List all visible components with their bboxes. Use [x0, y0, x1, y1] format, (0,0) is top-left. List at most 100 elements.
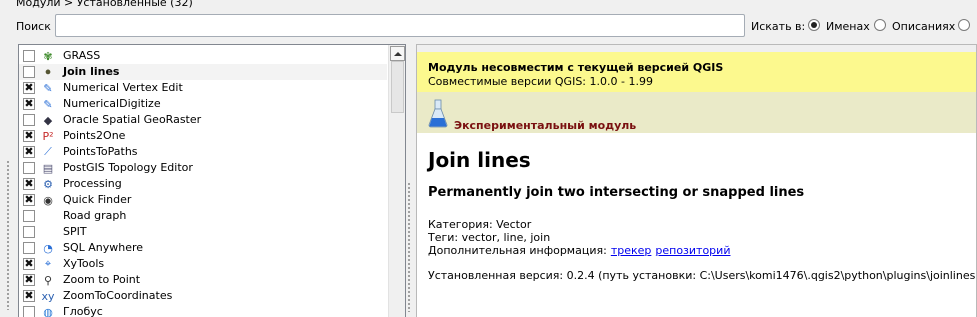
plugin-checkbox[interactable]: ✖: [23, 82, 35, 94]
plugin-row[interactable]: SPIT: [19, 224, 387, 240]
plugin-row[interactable]: ✖ ⚲ Zoom to Point: [19, 272, 387, 288]
plugin-checkbox[interactable]: [23, 50, 35, 62]
plugin-row[interactable]: ✖ ⟋ PointsToPaths: [19, 144, 387, 160]
road-icon: [41, 209, 55, 223]
scroll-up-button[interactable]: [390, 46, 405, 61]
plugin-name: Oracle Spatial GeoRaster: [63, 113, 202, 126]
left-splitter[interactable]: [6, 160, 10, 310]
plugin-row[interactable]: ✖ ⚙ Processing: [19, 176, 387, 192]
plugin-row[interactable]: ⦁ Join lines: [19, 64, 387, 80]
plugin-checkbox[interactable]: ✖: [23, 194, 35, 206]
radio-names-label[interactable]: Именах: [826, 20, 870, 33]
radio-more[interactable]: [958, 19, 970, 31]
warning-subtitle: Совместимые версии QGIS: 1.0.0 - 1.99: [428, 75, 653, 88]
search-label: Поиск: [16, 20, 51, 33]
points2one-icon: P²: [42, 129, 54, 143]
plugin-checkbox[interactable]: [23, 226, 35, 238]
plugin-name: Numerical Vertex Edit: [63, 81, 183, 94]
radio-descriptions-label[interactable]: Описаниях: [892, 20, 955, 33]
points-to-paths-icon: ⟋: [44, 145, 52, 158]
gear-icon: ⚙: [43, 177, 53, 191]
plugin-name: SPIT: [63, 225, 87, 238]
tracker-link[interactable]: трекер: [611, 244, 652, 257]
plugin-checkbox[interactable]: ✖: [23, 290, 35, 302]
plugin-list[interactable]: ✾ GRASS ⦁ Join lines ✖ ✎ Numerical Vertex Edit…: [18, 44, 406, 317]
more-info-label: Дополнительная информация:: [428, 244, 607, 257]
plugin-row[interactable]: Road graph: [19, 208, 387, 224]
experimental-label: Экспериментальный модуль: [454, 119, 637, 132]
plugin-checkbox[interactable]: [23, 162, 35, 174]
installed-version: Установленная версия: 0.2.4 (путь устано…: [428, 269, 977, 282]
plugin-details: Модуль несовместим с текущей версией QGI…: [416, 44, 977, 317]
plugin-category: Категория: Vector: [428, 218, 532, 231]
plugin-more-info: Дополнительная информация: трекер репозито…: [428, 244, 730, 257]
plugin-checkbox[interactable]: [23, 242, 35, 254]
plugin-checkbox[interactable]: [23, 66, 35, 78]
plugin-name: SQL Anywhere: [63, 241, 144, 254]
plugin-row[interactable]: ✖ ◉ Quick Finder: [19, 192, 387, 208]
plugin-name: Processing: [63, 177, 122, 190]
plugin-name: Points2One: [63, 129, 126, 142]
breadcrumb: Модули > Установленные (32): [16, 0, 193, 9]
repository-link[interactable]: репозиторий: [655, 244, 730, 257]
plugin-name: Глобус: [63, 305, 103, 317]
oracle-icon: ◆: [43, 113, 53, 127]
plugin-checkbox[interactable]: ✖: [23, 130, 35, 142]
flask-icon: [428, 99, 448, 128]
plugin-row[interactable]: ✖ xy ZoomToCoordinates: [19, 288, 387, 304]
plugin-checkbox[interactable]: [23, 114, 35, 126]
plugin-row[interactable]: ✖ ✎ NumericalDigitize: [19, 96, 387, 112]
warning-title: Модуль несовместим с текущей версией QGI…: [428, 61, 724, 74]
plugin-name: Join lines: [63, 65, 120, 78]
magnifier-icon: ⚲: [43, 273, 53, 287]
globe-icon: ◍: [43, 305, 53, 317]
plugin-row[interactable]: ✾ GRASS: [19, 48, 387, 64]
join-lines-icon: ⦁: [45, 65, 51, 78]
plugin-tags: Теги: vector, line, join: [428, 231, 551, 244]
plugin-name: NumericalDigitize: [63, 97, 161, 110]
plugin-name: Road graph: [63, 209, 127, 222]
list-scrollbar[interactable]: [388, 45, 405, 317]
search-in-label: Искать в:: [751, 20, 806, 33]
experimental-banner: Экспериментальный модуль: [417, 92, 976, 133]
plugin-title: Join lines: [428, 148, 531, 172]
postgis-icon: ▤: [42, 161, 54, 175]
plugin-row[interactable]: ✖ ⌖ XyTools: [19, 256, 387, 272]
scroll-up-arrow-icon: [393, 51, 402, 56]
plugin-row[interactable]: ✖ P² Points2One: [19, 128, 387, 144]
plugin-row[interactable]: ◍ Глобус: [19, 304, 387, 317]
search-input[interactable]: [55, 14, 745, 37]
plugin-description: Permanently join two intersecting or sna…: [428, 185, 805, 200]
plugin-checkbox[interactable]: ✖: [23, 178, 35, 190]
plugin-name: GRASS: [63, 49, 101, 62]
digitize-icon: ✎: [43, 97, 53, 111]
plugin-row[interactable]: ▤ PostGIS Topology Editor: [19, 160, 387, 176]
plugin-checkbox[interactable]: [23, 306, 35, 317]
vertex-edit-icon: ✎: [43, 81, 53, 95]
radio-names[interactable]: [808, 19, 820, 31]
plugin-row[interactable]: ◔ SQL Anywhere: [19, 240, 387, 256]
sql-icon: ◔: [43, 241, 53, 255]
plugin-checkbox[interactable]: [23, 210, 35, 222]
plugin-name: Quick Finder: [63, 193, 132, 206]
xy-icon: xy: [41, 289, 55, 303]
plugin-name: XyTools: [63, 257, 105, 270]
grass-icon: ✾: [43, 49, 53, 63]
plugin-checkbox[interactable]: ✖: [23, 98, 35, 110]
plugin-name: PostGIS Topology Editor: [63, 161, 193, 174]
scroll-thumb[interactable]: [391, 61, 404, 113]
plugin-checkbox[interactable]: ✖: [23, 274, 35, 286]
middle-splitter[interactable]: [407, 182, 411, 312]
xytools-icon: ⌖: [44, 257, 52, 270]
radio-descriptions[interactable]: [874, 19, 886, 31]
plugin-name: Zoom to Point: [63, 273, 141, 286]
incompatible-warning: Модуль несовместим с текущей версией QGI…: [417, 45, 976, 92]
plugin-name: ZoomToCoordinates: [63, 289, 173, 302]
plugin-row[interactable]: ◆ Oracle Spatial GeoRaster: [19, 112, 387, 128]
plugin-name: PointsToPaths: [63, 145, 138, 158]
plugin-checkbox[interactable]: ✖: [23, 258, 35, 270]
plugin-row[interactable]: ✖ ✎ Numerical Vertex Edit: [19, 80, 387, 96]
plugin-checkbox[interactable]: ✖: [23, 146, 35, 158]
eye-icon: ◉: [43, 193, 53, 207]
spit-icon: [41, 225, 55, 239]
